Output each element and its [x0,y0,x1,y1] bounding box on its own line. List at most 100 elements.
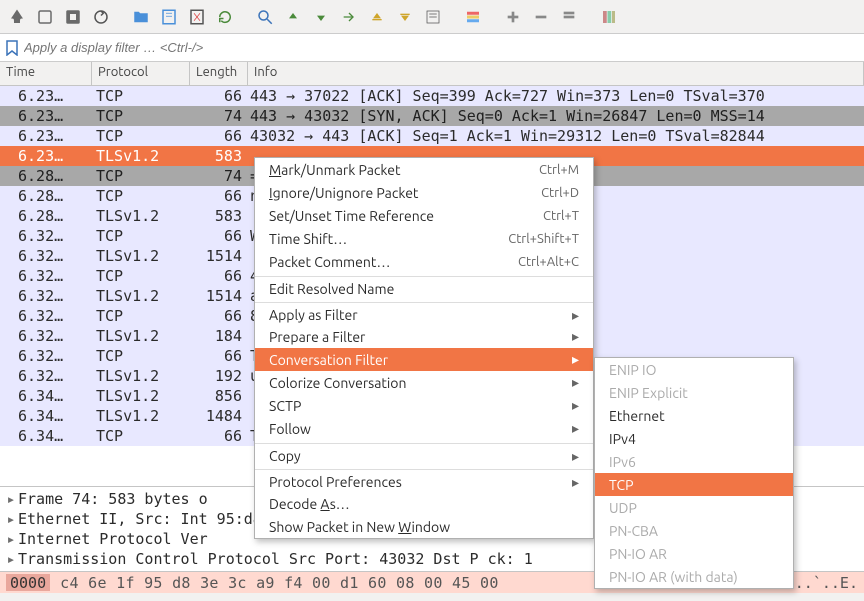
goto-packet-icon[interactable] [336,4,362,30]
cell-proto: TLSv1.2 [92,406,190,426]
context-menu-item[interactable]: Edit Resolved Name [255,276,593,299]
context-menu-item[interactable]: Set/Unset Time ReferenceCtrl+T [255,204,593,227]
context-submenu-item: ENIP Explicit [595,381,793,404]
context-menu-item[interactable]: Copy▸ [255,443,593,466]
expand-icon[interactable]: ▸ [4,510,18,528]
col-header-protocol[interactable]: Protocol [92,62,190,85]
zoom-out-icon[interactable] [528,4,554,30]
save-file-icon[interactable] [156,4,182,30]
context-submenu-item: IPv6 [595,450,793,473]
submenu-arrow-icon: ▸ [572,374,579,391]
packet-row[interactable]: 6.23…TCP66443 → 37022 [ACK] Seq=399 Ack=… [0,86,864,106]
cell-time: 6.32… [0,326,92,346]
context-menu-item[interactable]: Prepare a Filter▸ [255,325,593,348]
cell-proto: TCP [92,346,190,366]
packet-row[interactable]: 6.23…TCP6643032 → 443 [ACK] Seq=1 Ack=1 … [0,126,864,146]
auto-scroll-icon[interactable] [420,4,446,30]
cell-info: 43032 → 443 [ACK] Seq=1 Ack=1 Win=29312 … [248,126,864,146]
context-menu-item[interactable]: Packet Comment…Ctrl+Alt+C [255,250,593,273]
submenu-arrow-icon: ▸ [572,328,579,345]
resize-columns-icon[interactable] [596,4,622,30]
capture-options-icon[interactable] [32,4,58,30]
submenu-arrow-icon: ▸ [572,474,579,491]
cell-time: 6.34… [0,406,92,426]
cell-time: 6.32… [0,366,92,386]
restart-capture-icon[interactable] [88,4,114,30]
packet-list-header: Time Protocol Length Info [0,62,864,86]
colorize-icon[interactable] [460,4,486,30]
goto-last-icon[interactable] [392,4,418,30]
cell-len: 184 [190,326,248,346]
submenu-arrow-icon: ▸ [572,307,579,324]
col-header-length[interactable]: Length [190,62,248,85]
col-header-time[interactable]: Time [0,62,92,85]
cell-time: 6.23… [0,86,92,106]
expand-icon[interactable]: ▸ [4,530,18,548]
cell-len: 1514 [190,286,248,306]
context-menu-item[interactable]: Decode As… [255,492,593,515]
cell-proto: TCP [92,426,190,446]
context-submenu-item: PN-CBA [595,519,793,542]
open-file-icon[interactable] [128,4,154,30]
cell-time: 6.34… [0,426,92,446]
context-menu-item[interactable]: Ignore/Unignore PacketCtrl+D [255,181,593,204]
find-icon[interactable] [252,4,278,30]
cell-info: 443 → 43032 [SYN, ACK] Seq=0 Ack=1 Win=2… [248,106,864,126]
next-packet-icon[interactable] [308,4,334,30]
context-submenu-item[interactable]: Ethernet [595,404,793,427]
bookmark-icon[interactable] [4,37,20,59]
cell-len: 66 [190,186,248,206]
context-menu-item[interactable]: Protocol Preferences▸ [255,469,593,492]
expand-icon[interactable]: ▸ [4,490,18,508]
cell-time: 6.32… [0,346,92,366]
context-menu-item[interactable]: Mark/Unmark PacketCtrl+M [255,158,593,181]
cell-proto: TLSv1.2 [92,246,190,266]
goto-first-icon[interactable] [364,4,390,30]
cell-time: 6.28… [0,166,92,186]
col-header-info[interactable]: Info [248,62,864,85]
reload-icon[interactable] [212,4,238,30]
cell-proto: TCP [92,126,190,146]
cell-len: 66 [190,346,248,366]
context-submenu-item: PN-IO AR [595,542,793,565]
cell-time: 6.32… [0,286,92,306]
cell-proto: TCP [92,186,190,206]
cell-len: 66 [190,226,248,246]
cell-len: 66 [190,266,248,286]
cell-len: 1514 [190,246,248,266]
context-menu-item[interactable]: SCTP▸ [255,394,593,417]
context-menu-item[interactable]: Colorize Conversation▸ [255,371,593,394]
cell-proto: TLSv1.2 [92,386,190,406]
cell-len: 74 [190,166,248,186]
context-menu-item[interactable]: Conversation Filter▸ [255,348,593,371]
display-filter-bar [0,34,864,62]
capture-interfaces-icon[interactable] [4,4,30,30]
context-menu-item[interactable]: Follow▸ [255,417,593,440]
packet-row[interactable]: 6.23…TCP74443 → 43032 [SYN, ACK] Seq=0 A… [0,106,864,126]
submenu-arrow-icon: ▸ [572,420,579,437]
context-submenu-item[interactable]: TCP [595,473,793,496]
close-file-icon[interactable] [184,4,210,30]
zoom-in-icon[interactable] [500,4,526,30]
context-menu-item[interactable]: Time Shift…Ctrl+Shift+T [255,227,593,250]
context-menu-item[interactable]: Apply as Filter▸ [255,302,593,325]
cell-info: 443 → 37022 [ACK] Seq=399 Ack=727 Win=37… [248,86,864,106]
cell-time: 6.32… [0,226,92,246]
display-filter-input[interactable] [24,36,860,60]
hex-offset: 0000 [6,574,50,591]
cell-len: 66 [190,126,248,146]
prev-packet-icon[interactable] [280,4,306,30]
submenu-arrow-icon: ▸ [572,351,579,368]
submenu-arrow-icon: ▸ [572,397,579,414]
packet-context-menu: Mark/Unmark PacketCtrl+MIgnore/Unignore … [254,157,594,539]
context-submenu-item[interactable]: IPv4 [595,427,793,450]
context-menu-item[interactable]: Show Packet in New Window [255,515,593,538]
cell-proto: TLSv1.2 [92,326,190,346]
cell-proto: TLSv1.2 [92,366,190,386]
expand-icon[interactable]: ▸ [4,550,18,568]
cell-len: 192 [190,366,248,386]
zoom-reset-icon[interactable] [556,4,582,30]
stop-capture-icon[interactable] [60,4,86,30]
context-submenu-item: UDP [595,496,793,519]
cell-proto: TCP [92,266,190,286]
